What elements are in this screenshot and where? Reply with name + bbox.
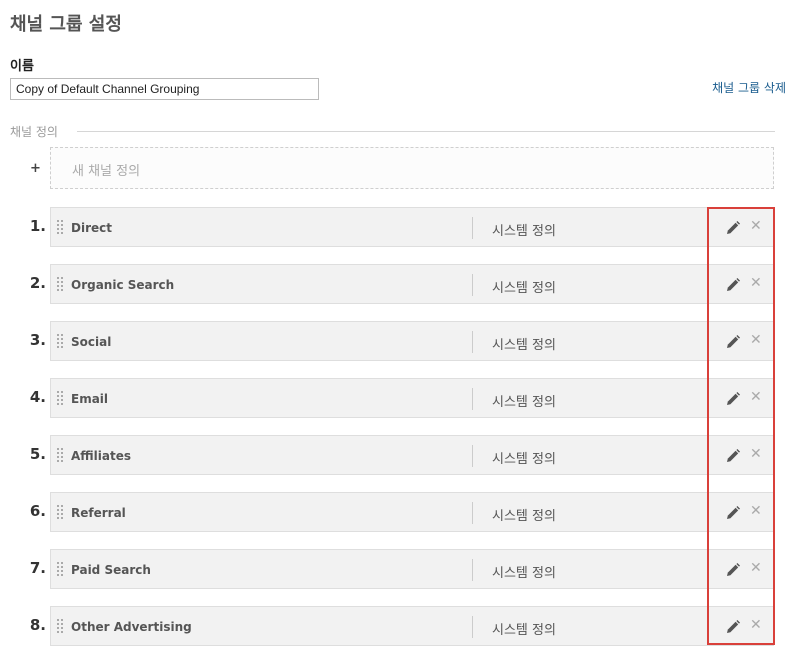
channel-type: 시스템 정의: [492, 623, 556, 638]
drag-handle-icon[interactable]: [57, 562, 65, 577]
channel-type: 시스템 정의: [492, 224, 556, 239]
close-icon[interactable]: ✕: [750, 332, 762, 348]
drag-handle-icon[interactable]: [57, 448, 65, 463]
drag-handle-icon[interactable]: [57, 619, 65, 634]
column-divider: [472, 616, 473, 638]
channel-row[interactable]: Affiliates 시스템 정의 ✕: [50, 435, 774, 475]
close-icon[interactable]: ✕: [750, 218, 762, 234]
column-divider: [472, 388, 473, 410]
close-icon[interactable]: ✕: [750, 560, 762, 576]
channel-name: Social: [71, 335, 112, 349]
channel-name: Organic Search: [71, 278, 175, 292]
channel-number: 5.: [29, 445, 46, 463]
pencil-icon[interactable]: [725, 562, 741, 578]
pencil-icon[interactable]: [725, 220, 741, 236]
column-divider: [472, 217, 473, 239]
column-divider: [472, 559, 473, 581]
channel-number: 4.: [29, 388, 46, 406]
channel-name: Other Advertising: [71, 620, 192, 634]
column-divider: [472, 502, 473, 524]
delete-channel-group-link[interactable]: 채널 그룹 삭제: [712, 79, 786, 96]
column-divider: [472, 331, 473, 353]
channel-type: 시스템 정의: [492, 395, 556, 410]
channel-number: 8.: [29, 616, 46, 634]
column-divider: [472, 274, 473, 296]
pencil-icon[interactable]: [725, 505, 741, 521]
channel-name: Email: [71, 392, 109, 406]
section-divider: [77, 131, 775, 132]
channel-row[interactable]: Other Advertising 시스템 정의 ✕: [50, 606, 774, 646]
channel-row[interactable]: Paid Search 시스템 정의 ✕: [50, 549, 774, 589]
channel-number: 1.: [29, 217, 46, 235]
channel-number: 6.: [29, 502, 46, 520]
channel-number: 2.: [29, 274, 46, 292]
channel-type: 시스템 정의: [492, 338, 556, 353]
pencil-icon[interactable]: [725, 391, 741, 407]
drag-handle-icon[interactable]: [57, 334, 65, 349]
pencil-icon[interactable]: [725, 448, 741, 464]
channel-row[interactable]: Social 시스템 정의 ✕: [50, 321, 774, 361]
channel-number: 7.: [29, 559, 46, 577]
channel-row[interactable]: Organic Search 시스템 정의 ✕: [50, 264, 774, 304]
channel-type: 시스템 정의: [492, 452, 556, 467]
channel-type: 시스템 정의: [492, 509, 556, 524]
channel-definitions-section-title: 채널 정의: [10, 125, 58, 139]
new-channel-definition-label: 새 채널 정의: [72, 164, 141, 179]
new-channel-definition-button[interactable]: 새 채널 정의: [50, 147, 774, 189]
channel-name: Affiliates: [71, 449, 132, 463]
channel-name: Referral: [71, 506, 126, 520]
channel-type: 시스템 정의: [492, 566, 556, 581]
close-icon[interactable]: ✕: [750, 503, 762, 519]
channel-name: Paid Search: [71, 563, 151, 577]
channel-group-name-input[interactable]: Copy of Default Channel Grouping: [10, 78, 319, 100]
drag-handle-icon[interactable]: [57, 220, 65, 235]
channel-name: Direct: [71, 221, 112, 235]
channel-row[interactable]: Email 시스템 정의 ✕: [50, 378, 774, 418]
column-divider: [472, 445, 473, 467]
drag-handle-icon[interactable]: [57, 391, 65, 406]
page-title: 채널 그룹 설정: [10, 14, 122, 35]
pencil-icon[interactable]: [725, 277, 741, 293]
name-label: 이름: [10, 59, 34, 74]
channel-row[interactable]: Referral 시스템 정의 ✕: [50, 492, 774, 532]
pencil-icon[interactable]: [725, 334, 741, 350]
channel-row[interactable]: Direct 시스템 정의 ✕: [50, 207, 774, 247]
close-icon[interactable]: ✕: [750, 446, 762, 462]
add-icon[interactable]: +: [30, 161, 41, 176]
drag-handle-icon[interactable]: [57, 505, 65, 520]
close-icon[interactable]: ✕: [750, 617, 762, 633]
close-icon[interactable]: ✕: [750, 275, 762, 291]
pencil-icon[interactable]: [725, 619, 741, 635]
close-icon[interactable]: ✕: [750, 389, 762, 405]
drag-handle-icon[interactable]: [57, 277, 65, 292]
channel-type: 시스템 정의: [492, 281, 556, 296]
channel-number: 3.: [29, 331, 46, 349]
